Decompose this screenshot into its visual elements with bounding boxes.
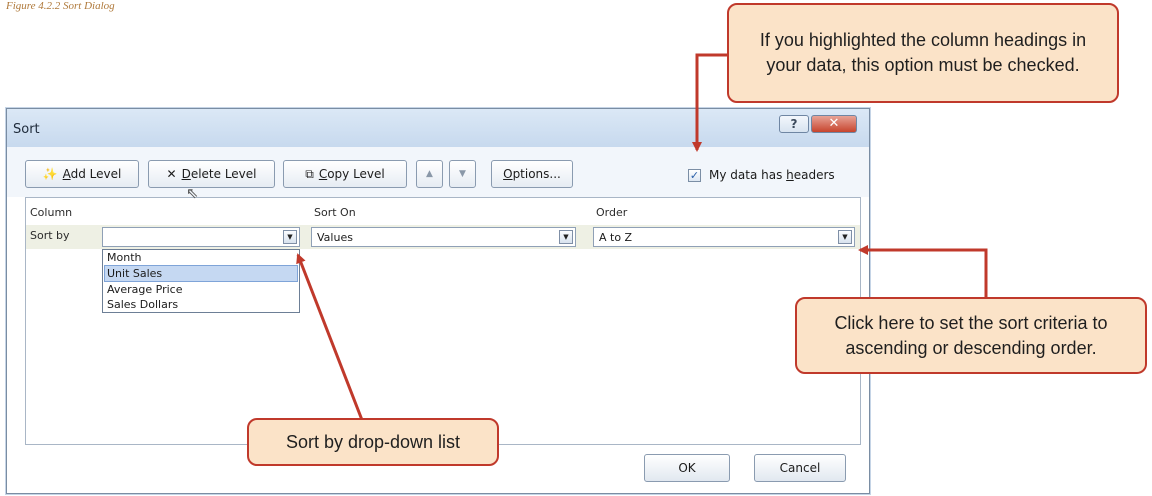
has-headers-label: My data has headers <box>709 168 835 182</box>
cancel-button[interactable]: Cancel <box>754 454 846 482</box>
dropdown-option-unit-sales[interactable]: Unit Sales <box>104 265 298 282</box>
ok-button[interactable]: OK <box>644 454 730 482</box>
chevron-down-icon[interactable]: ▼ <box>559 230 573 244</box>
sort-on-value: Values <box>317 231 353 244</box>
has-headers-option[interactable]: ✓ My data has headers <box>688 168 835 182</box>
chevron-down-icon[interactable]: ▼ <box>283 230 297 244</box>
sort-level-row: Sort by ▼ Values ▼ A to Z ▼ <box>26 225 860 249</box>
options-button[interactable]: Options... <box>491 160 573 188</box>
figure-caption: Figure 4.2.2 Sort Dialog <box>6 0 115 12</box>
dropdown-option-average-price[interactable]: Average Price <box>103 282 299 297</box>
order-arrow <box>858 245 988 297</box>
mouse-pointer-icon: ⇖ <box>186 184 199 202</box>
delete-icon: ✕ <box>166 167 177 181</box>
title-bar: Sort ? ✕ <box>7 109 869 148</box>
sort-by-label: Sort by <box>30 229 70 242</box>
sortby-callout: Sort by drop-down list <box>247 418 499 466</box>
move-down-button[interactable]: ▼ <box>449 160 476 188</box>
dropdown-option-month[interactable]: Month <box>103 250 299 265</box>
order-callout: Click here to set the sort criteria to a… <box>795 297 1147 374</box>
sort-on-header: Sort On <box>314 206 356 219</box>
order-header: Order <box>596 206 628 219</box>
sort-by-column-combo[interactable]: ▼ <box>102 227 300 247</box>
move-up-button[interactable]: ▲ <box>416 160 443 188</box>
order-value: A to Z <box>599 231 633 244</box>
copy-level-button[interactable]: ⧉ Copy Level <box>283 160 407 188</box>
chevron-down-icon[interactable]: ▼ <box>838 230 852 244</box>
column-header: Column <box>30 206 73 219</box>
delete-level-label: Delete Level <box>181 167 257 181</box>
delete-level-button[interactable]: ✕ Delete Level <box>148 160 275 188</box>
toolbar: ✨ Add Level ✕ Delete Level ⧉ Copy Level … <box>7 147 869 197</box>
sort-by-dropdown-list: Month Unit Sales Average Price Sales Dol… <box>102 249 300 313</box>
sort-on-combo[interactable]: Values ▼ <box>311 227 576 247</box>
dialog-title: Sort <box>13 122 40 137</box>
options-label: Options... <box>503 167 561 181</box>
copy-level-label: Copy Level <box>318 167 385 181</box>
close-button[interactable]: ✕ <box>811 115 857 133</box>
sort-levels-grid: Column Sort On Order Sort by ▼ Values ▼ … <box>25 197 861 445</box>
add-level-icon: ✨ <box>42 167 58 181</box>
copy-icon: ⧉ <box>305 166 314 181</box>
dropdown-option-sales-dollars[interactable]: Sales Dollars <box>103 297 299 312</box>
add-level-button[interactable]: ✨ Add Level <box>25 160 139 188</box>
help-button[interactable]: ? <box>779 115 809 133</box>
headers-callout: If you highlighted the column headings i… <box>727 3 1119 103</box>
has-headers-checkbox[interactable]: ✓ <box>688 168 701 182</box>
order-combo[interactable]: A to Z ▼ <box>593 227 855 247</box>
add-level-label: Add Level <box>62 167 122 181</box>
